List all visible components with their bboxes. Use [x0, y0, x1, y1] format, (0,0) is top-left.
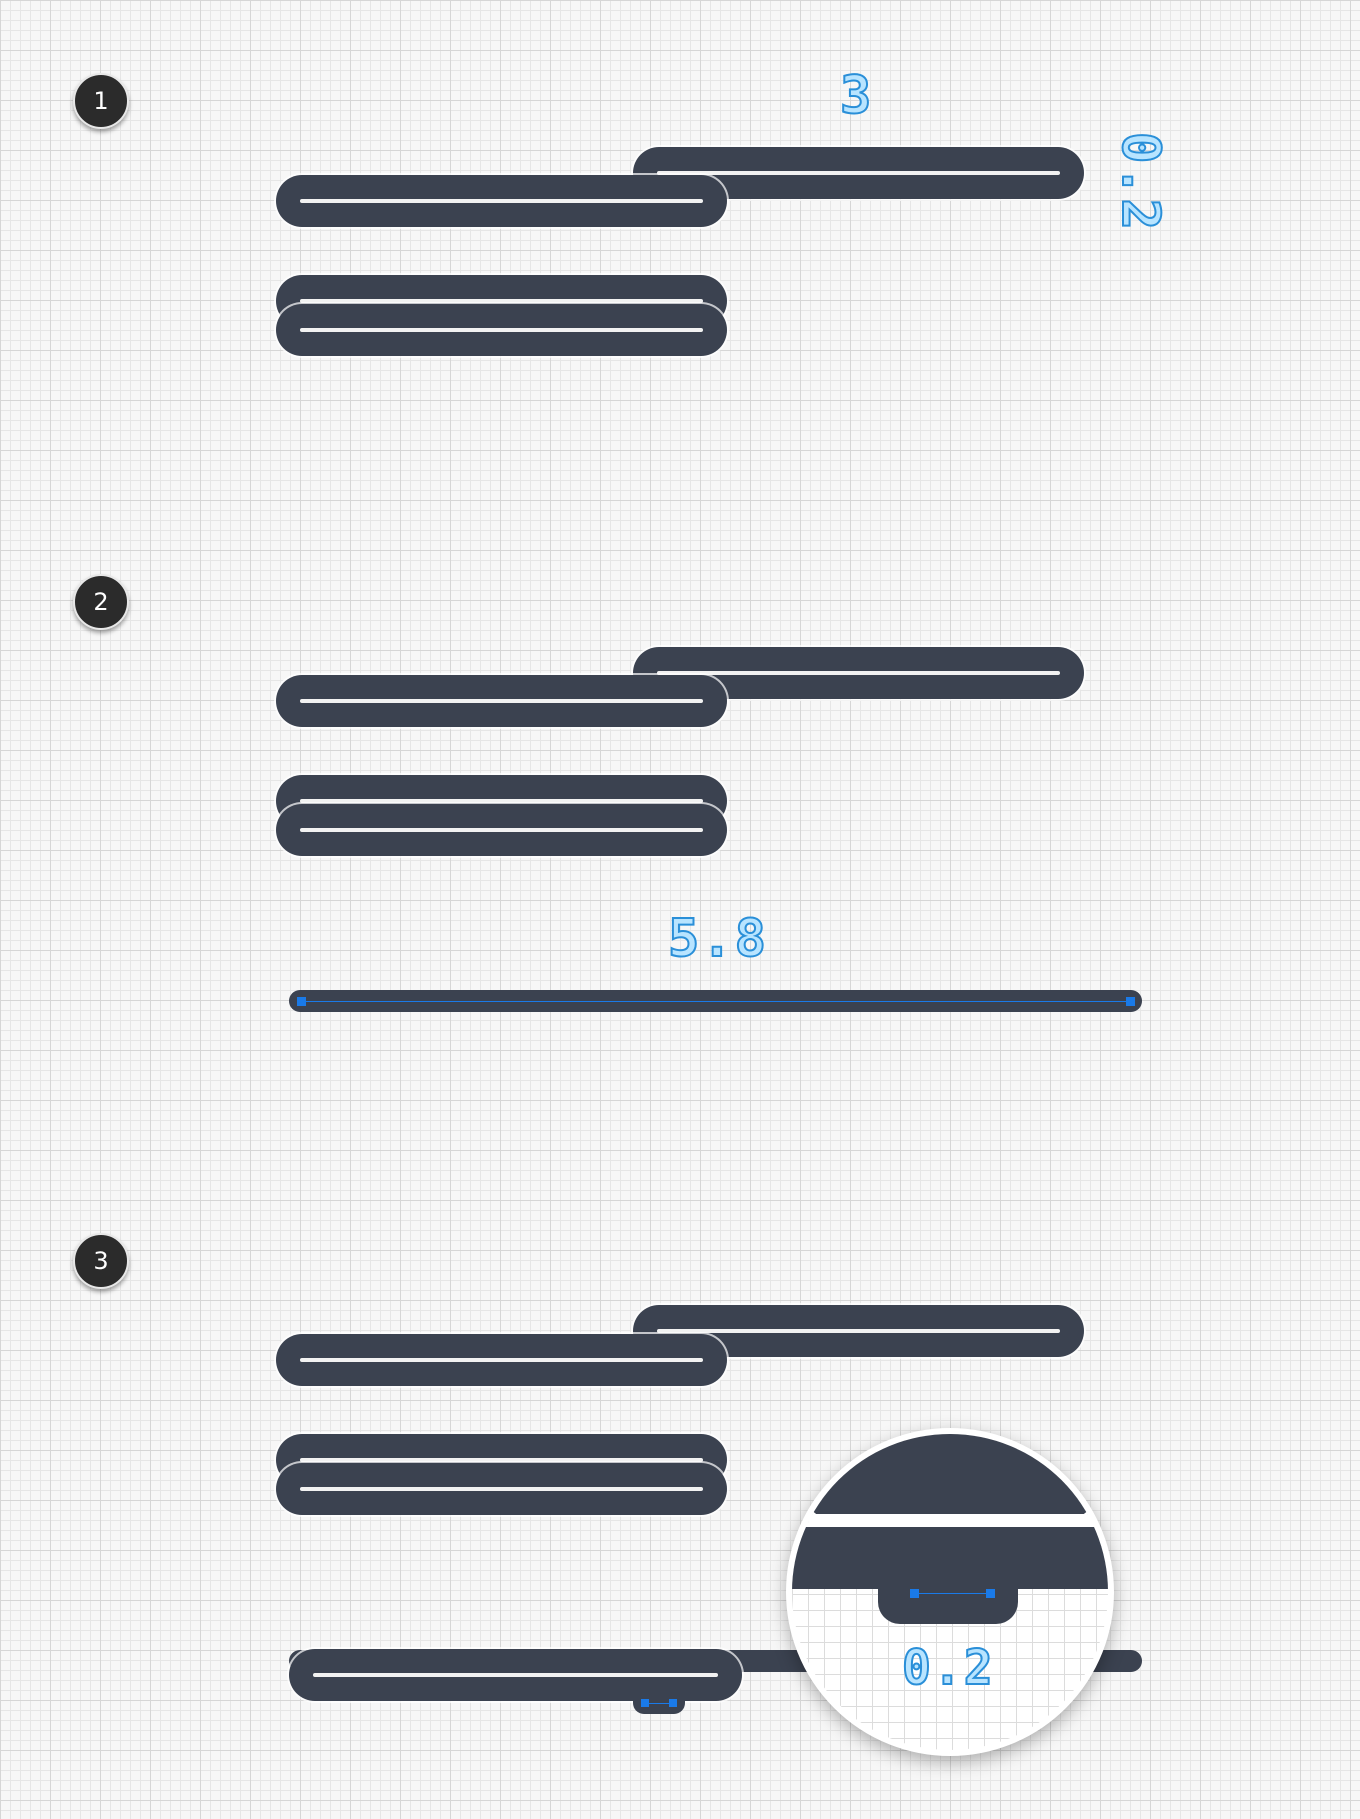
zoom-anchor-left — [910, 1589, 919, 1598]
bar-stack-lower — [276, 804, 727, 856]
bar-highlight — [300, 1487, 703, 1491]
zoom-bar-lower — [792, 1527, 1108, 1589]
zoom-bar-mask-left — [792, 1514, 806, 1594]
bar-highlight — [300, 199, 703, 203]
bar-stack-lower — [276, 304, 727, 356]
anchor-point-left — [641, 1699, 649, 1707]
zoom-callout: 0.2 — [786, 1428, 1114, 1756]
bar-highlight — [300, 328, 703, 332]
bar-highlight — [300, 1458, 703, 1462]
zoom-notch — [878, 1584, 1018, 1624]
bar-highlight — [300, 699, 703, 703]
bar-highlight — [300, 799, 703, 803]
zoom-guide — [914, 1593, 990, 1594]
bar-highlight — [313, 1673, 718, 1677]
bar-top-left — [276, 675, 727, 727]
guide-length-label: 5.8 — [667, 909, 768, 969]
height-dimension-label: 0.2 — [1109, 131, 1171, 233]
guide-line — [301, 1001, 1130, 1002]
zoom-highlight — [792, 1514, 1108, 1527]
zoom-width-label: 0.2 — [901, 1640, 995, 1696]
bar-highlight — [657, 171, 1060, 175]
step-3-badge: 3 — [73, 1233, 129, 1289]
bar-highlight — [657, 1329, 1060, 1333]
bar-top-left — [276, 1334, 727, 1386]
bar-highlight — [300, 1358, 703, 1362]
anchor-point-right — [1126, 997, 1135, 1006]
width-dimension-label: 3 — [839, 66, 874, 126]
zoom-anchor-right — [986, 1589, 995, 1598]
step-2-badge: 2 — [73, 574, 129, 630]
anchor-point-right — [669, 1699, 677, 1707]
bar-top-left — [276, 175, 727, 227]
bar-highlight — [300, 299, 703, 303]
bar-highlight — [300, 828, 703, 832]
bar-highlight — [657, 671, 1060, 675]
step-1-badge: 1 — [73, 73, 129, 129]
bar-stack-lower — [276, 1463, 727, 1515]
anchor-point-left — [297, 997, 306, 1006]
